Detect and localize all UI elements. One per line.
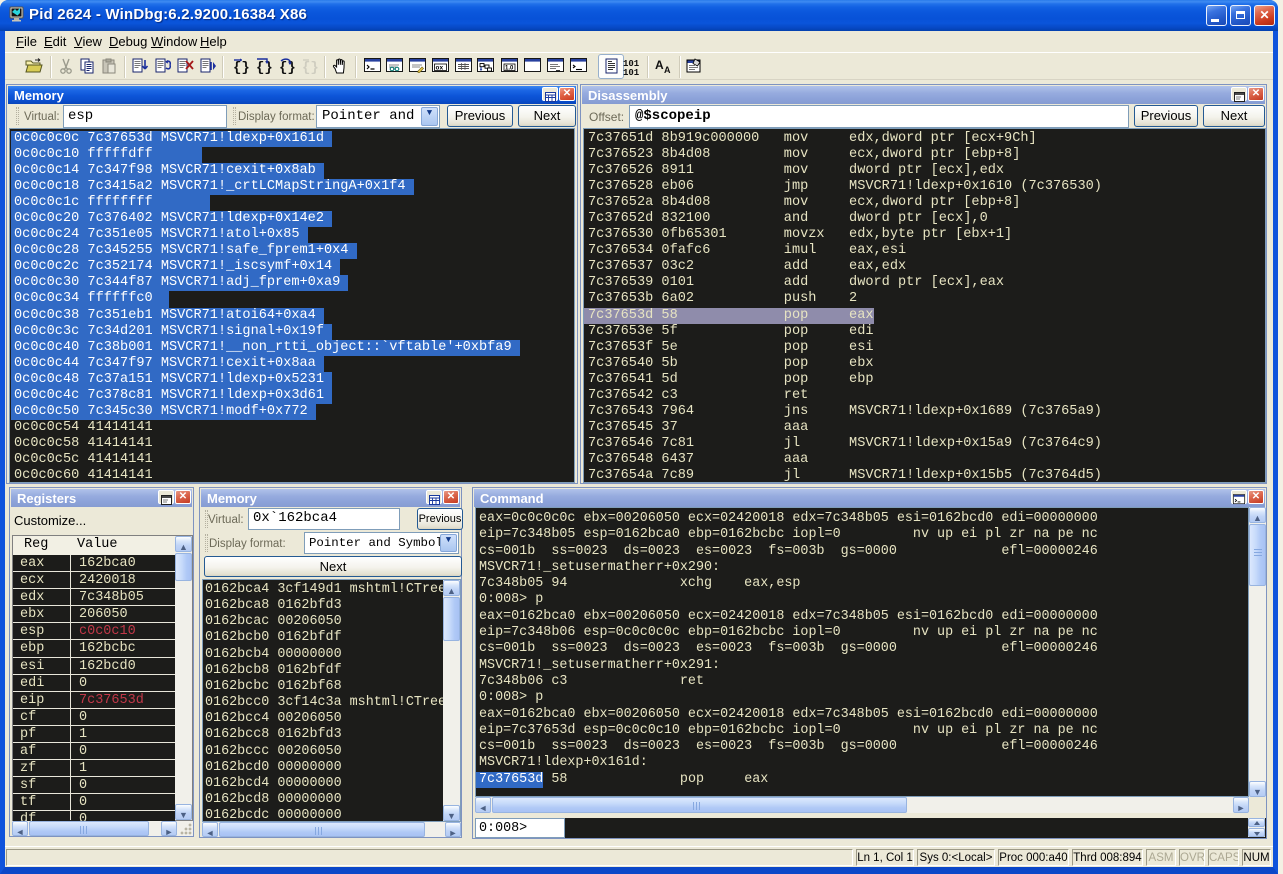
svg-text:A: A: [655, 58, 664, 72]
svg-text:{}: {}: [302, 60, 318, 74]
svg-text:ox: ox: [436, 65, 444, 72]
svg-text:1.0: 1.0: [505, 66, 514, 72]
svg-text:101: 101: [623, 68, 640, 76]
svg-text:A: A: [664, 65, 671, 74]
svg-text:{}: {}: [256, 60, 272, 74]
svg-text:{}: {}: [279, 60, 295, 74]
svg-text:{}: {}: [233, 60, 249, 74]
